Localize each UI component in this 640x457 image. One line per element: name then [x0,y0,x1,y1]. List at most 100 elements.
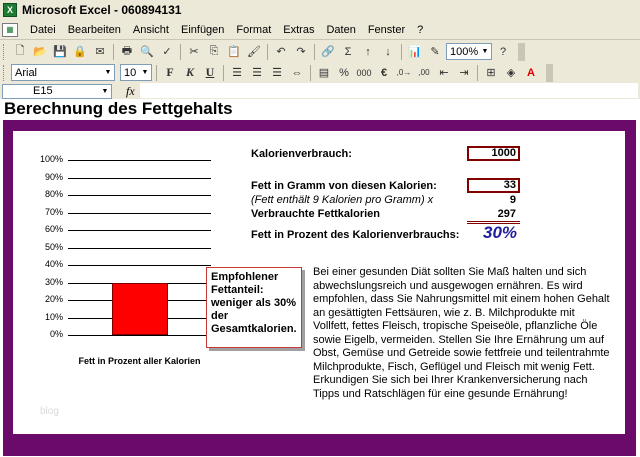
formula-input[interactable] [140,83,638,98]
help-icon[interactable]: ? [494,43,512,61]
menu-fenster[interactable]: Fenster [362,24,411,36]
menu-help[interactable]: ? [411,24,429,36]
x-category-label: Fett in Prozent aller Kalorien [78,356,201,366]
font-size-value: 10 [124,66,137,79]
toolbar-separator [401,43,402,60]
menu-ansicht[interactable]: Ansicht [127,24,175,36]
decrease-indent-icon[interactable]: ⇤ [435,64,453,82]
drawing-icon[interactable]: ✎ [426,43,444,61]
toolbar-options[interactable] [518,42,525,61]
gridline [68,230,211,231]
increase-decimal-icon[interactable]: ,0→ [395,64,413,82]
email-icon[interactable]: ✉ [91,43,109,61]
y-tick-label: 70% [44,206,63,217]
fat-percent-label: Fett in Prozent des Kalorienverbrauchs: [251,229,460,241]
chevron-down-icon[interactable]: ▼ [139,65,151,80]
menu-einfuegen[interactable]: Einfügen [175,24,230,36]
fat-note-label: (Fett enthält 9 Kalorien pro Gramm) x [251,194,434,206]
font-color-icon[interactable]: A [522,64,540,82]
font-size-select[interactable]: 10 ▼ [120,64,152,81]
calories-input[interactable]: 1000 [467,146,520,161]
name-box[interactable]: E15 ▼ [2,83,112,99]
menu-format[interactable]: Format [230,24,277,36]
menu-bearbeiten[interactable]: Bearbeiten [62,24,127,36]
align-center-icon[interactable]: ☰ [248,64,266,82]
workbook-icon[interactable]: ▦ [2,22,18,37]
menu-extras[interactable]: Extras [277,24,320,36]
toolbar-handle[interactable] [3,64,6,81]
toolbar-options[interactable] [546,63,553,82]
calories-label: Kalorienverbrauch: [251,148,352,160]
align-left-icon[interactable]: ☰ [228,64,246,82]
toolbar-separator [477,64,478,81]
function-icon[interactable]: fx [126,84,135,99]
new-icon[interactable]: 🗋 [11,43,29,61]
chart-wizard-icon[interactable]: 📊 [406,43,424,61]
menu-datei[interactable]: Datei [24,24,62,36]
worksheet[interactable]: Berechnung des Fettgehalts 0% 10% 20% 30% 40… [0,99,640,457]
chevron-down-icon[interactable]: ▼ [99,85,111,98]
sort-descending-icon[interactable]: ↓ [379,43,397,61]
menu-bar: ▦ Datei Bearbeiten Ansicht Einfügen Form… [0,20,640,40]
window-title: Microsoft Excel - 060894131 [22,3,182,17]
gridline [68,335,211,336]
underline-button[interactable]: U [201,64,219,82]
decrease-decimal-icon[interactable]: ,00 [415,64,433,82]
hyperlink-icon[interactable]: 🔗 [319,43,337,61]
cut-icon[interactable]: ✂ [185,43,203,61]
gridline [68,160,211,161]
toolbar-separator [267,43,268,60]
gridline [68,247,211,249]
fill-color-icon[interactable]: ◈ [502,64,520,82]
zoom-select[interactable]: 100% ▼ [446,43,492,60]
formula-bar: E15 ▼ fx [0,83,640,99]
redo-icon[interactable]: ↷ [292,43,310,61]
percent-style-button[interactable]: % [335,64,353,82]
chevron-down-icon[interactable]: ▼ [102,65,114,80]
y-tick-label: 10% [44,311,63,322]
paste-icon[interactable]: 📋 [225,43,243,61]
borders-icon[interactable]: ⊞ [482,64,500,82]
undo-icon[interactable]: ↶ [272,43,290,61]
toolbar-handle[interactable] [3,43,6,60]
format-painter-icon[interactable]: 🖌 [245,43,263,61]
save-icon[interactable]: 💾 [51,43,69,61]
toolbar-separator [314,43,315,60]
y-tick-label: 100% [39,154,63,164]
bar[interactable] [111,282,168,335]
font-select[interactable]: Arial ▼ [11,64,115,81]
fat-percent-value: 30% [483,223,518,242]
permission-icon[interactable]: 🔒 [71,43,89,61]
comma-style-button[interactable]: 000 [355,64,373,82]
open-icon[interactable]: 📂 [31,43,49,61]
cell-reference: E15 [33,84,53,97]
gridline [68,177,211,179]
gridline [68,265,211,266]
fat-grams-input[interactable]: 33 [467,178,520,193]
recommendation-callout[interactable]: Empfohlener Fettanteil: weniger als 30% … [206,267,302,348]
euro-button[interactable]: € [375,64,393,82]
bold-button[interactable]: F [161,64,179,82]
increase-indent-icon[interactable]: ⇥ [455,64,473,82]
autosum-icon[interactable]: Σ [339,43,357,61]
currency-style-icon[interactable]: ▤ [315,64,333,82]
y-tick-label: 50% [44,241,63,252]
copy-icon[interactable]: ⎘ [205,43,223,61]
sort-ascending-icon[interactable]: ↑ [359,43,377,61]
fat-calories-label: Verbrauchte Fettkalorien [251,208,380,220]
y-tick-label: 80% [44,189,63,199]
print-preview-icon[interactable]: 🔍 [138,43,156,61]
spelling-icon[interactable]: ✓ [158,43,176,61]
merge-center-icon[interactable]: ⇔ [288,64,306,82]
print-icon[interactable]: 🖶 [118,43,136,61]
chevron-down-icon[interactable]: ▼ [479,44,491,59]
y-tick-label: 90% [44,171,63,182]
fat-chart[interactable]: 0% 10% 20% 30% 40% 50% 60% 70% 80% 90% 100% Fett in… [13,131,223,381]
align-right-icon[interactable]: ☰ [268,64,286,82]
content-area: 0% 10% 20% 30% 40% 50% 60% 70% 80% 90% 100% Fett in… [13,131,625,434]
italic-button[interactable]: K [181,64,199,82]
toolbar-separator [223,64,224,81]
toolbar-separator [113,43,114,60]
menu-daten[interactable]: Daten [320,24,361,36]
excel-icon[interactable]: X [3,3,17,17]
